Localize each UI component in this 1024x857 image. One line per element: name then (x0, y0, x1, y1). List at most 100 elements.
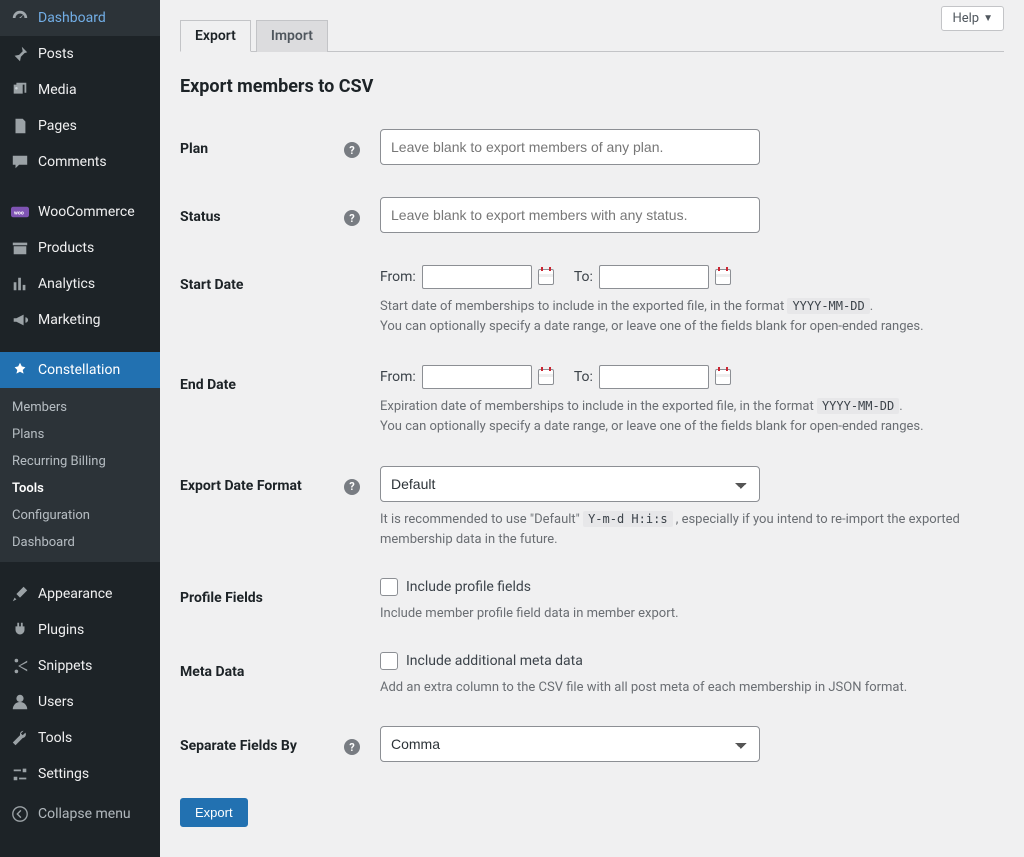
archive-icon (10, 238, 30, 258)
sidebar-item-label: Plugins (38, 621, 84, 639)
sidebar-item-label: Tools (38, 729, 72, 747)
date-format-description: It is recommended to use "Default" Y-m-d… (380, 510, 1004, 550)
sidebar-item-label: Settings (38, 765, 89, 783)
sidebar-item-label: Marketing (38, 311, 101, 329)
sidebar-item-marketing[interactable]: Marketing (0, 302, 160, 338)
woo-icon: woo (10, 202, 30, 222)
sidebar-item-dashboard[interactable]: Dashboard (0, 0, 160, 36)
export-button[interactable]: Export (180, 798, 248, 827)
sidebar-item-settings[interactable]: Settings (0, 756, 160, 792)
submenu-item-recurring-billing[interactable]: Recurring Billing (0, 448, 160, 475)
megaphone-icon (10, 310, 30, 330)
calendar-icon[interactable] (715, 269, 731, 285)
scissors-icon (10, 656, 30, 676)
help-icon[interactable]: ? (344, 210, 360, 226)
calendar-icon[interactable] (715, 369, 731, 385)
pages-icon (10, 116, 30, 136)
help-icon[interactable]: ? (344, 142, 360, 158)
submenu-item-tools[interactable]: Tools (0, 475, 160, 502)
sidebar-item-woocommerce[interactable]: woo WooCommerce (0, 194, 160, 230)
status-input[interactable] (380, 197, 760, 233)
tab-export[interactable]: Export (180, 20, 251, 52)
media-icon (10, 80, 30, 100)
sidebar-item-label: Dashboard (38, 9, 106, 27)
submenu-item-members[interactable]: Members (0, 394, 160, 421)
collapse-icon (10, 804, 30, 824)
sidebar-item-label: Pages (38, 117, 77, 135)
sidebar-item-label: WooCommerce (38, 203, 135, 221)
sidebar-item-tools[interactable]: Tools (0, 720, 160, 756)
sliders-icon (10, 764, 30, 784)
label-end-date: End Date (180, 377, 236, 393)
sidebar-item-label: Comments (38, 153, 107, 171)
sidebar-item-plugins[interactable]: Plugins (0, 612, 160, 648)
export-date-format-select[interactable]: Default (380, 466, 760, 502)
label-meta-data: Meta Data (180, 664, 244, 680)
admin-sidebar: Dashboard Posts Media Pages Comments woo… (0, 0, 160, 857)
sidebar-item-label: Users (38, 693, 74, 711)
plan-input[interactable] (380, 129, 760, 165)
comment-icon (10, 152, 30, 172)
collapse-label: Collapse menu (38, 805, 131, 823)
sidebar-item-products[interactable]: Products (0, 230, 160, 266)
sidebar-item-users[interactable]: Users (0, 684, 160, 720)
label-plan: Plan (180, 141, 208, 157)
tab-import[interactable]: Import (256, 20, 328, 52)
sidebar-submenu: MembersPlansRecurring BillingToolsConfig… (0, 388, 160, 562)
label-export-date-format: Export Date Format (180, 478, 302, 494)
analytics-icon (10, 274, 30, 294)
label-separate-fields-by: Separate Fields By (180, 738, 297, 754)
include-meta-data-checkbox[interactable] (380, 652, 398, 670)
sidebar-item-label: Constellation (38, 361, 120, 379)
end-from-input[interactable] (422, 365, 532, 389)
tabs: Export Import (180, 20, 1004, 52)
label-status: Status (180, 209, 221, 225)
help-icon[interactable]: ? (344, 739, 360, 755)
start-date-description: Start date of memberships to include in … (380, 297, 1004, 337)
dashboard-icon (10, 8, 30, 28)
svg-text:woo: woo (14, 210, 24, 216)
submenu-item-configuration[interactable]: Configuration (0, 502, 160, 529)
sidebar-item-label: Snippets (38, 657, 92, 675)
sidebar-item-label: Appearance (38, 585, 112, 603)
sidebar-item-pages[interactable]: Pages (0, 108, 160, 144)
profile-fields-description: Include member profile field data in mem… (380, 604, 1004, 624)
sidebar-item-analytics[interactable]: Analytics (0, 266, 160, 302)
user-icon (10, 692, 30, 712)
plug-icon (10, 620, 30, 640)
chevron-down-icon: ▼ (983, 13, 993, 24)
start-to-input[interactable] (599, 265, 709, 289)
start-from-input[interactable] (422, 265, 532, 289)
sidebar-item-snippets[interactable]: Snippets (0, 648, 160, 684)
sidebar-item-label: Analytics (38, 275, 95, 293)
export-form: Plan ? Status ? Start Date From (180, 115, 1004, 780)
label-profile-fields: Profile Fields (180, 590, 263, 606)
collapse-menu[interactable]: Collapse menu (0, 796, 160, 832)
sidebar-item-label: Posts (38, 45, 74, 63)
sidebar-item-appearance[interactable]: Appearance (0, 576, 160, 612)
sidebar-item-comments[interactable]: Comments (0, 144, 160, 180)
sidebar-item-label: Media (38, 81, 77, 99)
page-title: Export members to CSV (180, 76, 1004, 97)
brush-icon (10, 584, 30, 604)
wrench-icon (10, 728, 30, 748)
submenu-item-plans[interactable]: Plans (0, 421, 160, 448)
separator-select[interactable]: Comma (380, 726, 760, 762)
calendar-icon[interactable] (538, 369, 554, 385)
calendar-icon[interactable] (538, 269, 554, 285)
sidebar-item-constellation[interactable]: Constellation (0, 352, 160, 388)
main-content: Help ▼ Export Import Export members to C… (160, 0, 1024, 857)
sidebar-item-label: Products (38, 239, 94, 257)
submenu-item-dashboard[interactable]: Dashboard (0, 529, 160, 556)
constellation-icon (10, 360, 30, 380)
help-tab[interactable]: Help ▼ (941, 6, 1004, 31)
include-profile-fields-checkbox[interactable] (380, 578, 398, 596)
end-date-description: Expiration date of memberships to includ… (380, 397, 1004, 437)
help-icon[interactable]: ? (344, 479, 360, 495)
end-to-input[interactable] (599, 365, 709, 389)
sidebar-item-media[interactable]: Media (0, 72, 160, 108)
sidebar-item-posts[interactable]: Posts (0, 36, 160, 72)
meta-data-description: Add an extra column to the CSV file with… (380, 678, 1004, 698)
label-start-date: Start Date (180, 277, 243, 293)
pin-icon (10, 44, 30, 64)
